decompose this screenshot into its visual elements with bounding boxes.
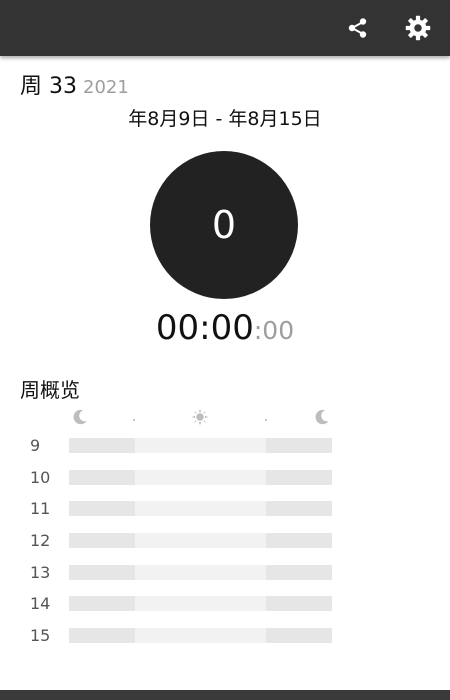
week-row-bar [69, 564, 332, 580]
session-count-circle: 0 [150, 151, 298, 299]
week-row-bar [69, 501, 332, 517]
week-row-bar [69, 533, 332, 549]
share-button[interactable] [340, 10, 376, 46]
week-row-label: 9 [30, 436, 41, 455]
week-row-bar [69, 596, 332, 612]
date-range: 年8月9日 - 年8月15日 [128, 108, 322, 130]
week-overview-list: 9 10 11 12 13 14 15 [0, 431, 450, 653]
week-row: 14 [0, 589, 450, 621]
duration-hours-minutes: 00:00 [155, 308, 254, 348]
week-number: 周 33 [20, 74, 77, 99]
week-row-bar [69, 628, 332, 644]
duration-seconds: :00 [253, 316, 295, 345]
week-row: 15 [0, 621, 450, 653]
week-row: 11 [0, 494, 450, 526]
moon-icon [315, 409, 329, 425]
week-row: 12 [0, 526, 450, 558]
sun-icon [191, 408, 209, 426]
session-count: 0 [211, 203, 237, 247]
divider-dot [265, 419, 267, 421]
week-row-bar [69, 469, 332, 485]
moon-icon [73, 409, 87, 425]
week-row-label: 11 [30, 499, 51, 519]
week-row-label: 15 [30, 626, 51, 646]
week-year: 2021 [83, 77, 129, 98]
week-row-label: 14 [30, 594, 51, 614]
overview-title: 周概览 [20, 378, 80, 402]
week-row-bar [69, 438, 332, 453]
week-row: 10 [0, 463, 450, 495]
week-header: 周 33 2021 [20, 68, 129, 100]
share-icon [348, 18, 367, 38]
time-of-day-header [69, 405, 332, 431]
week-row: 13 [0, 558, 450, 590]
total-duration: 00:00:00 [0, 308, 450, 348]
week-row: 9 [0, 431, 450, 463]
app-toolbar [0, 0, 450, 56]
week-row-label: 12 [30, 531, 51, 551]
week-row-label: 10 [30, 467, 51, 487]
divider-dot [133, 419, 135, 421]
bottom-bar [0, 690, 450, 700]
gear-icon [405, 15, 431, 41]
settings-button[interactable] [400, 10, 436, 46]
week-row-label: 13 [30, 562, 51, 582]
